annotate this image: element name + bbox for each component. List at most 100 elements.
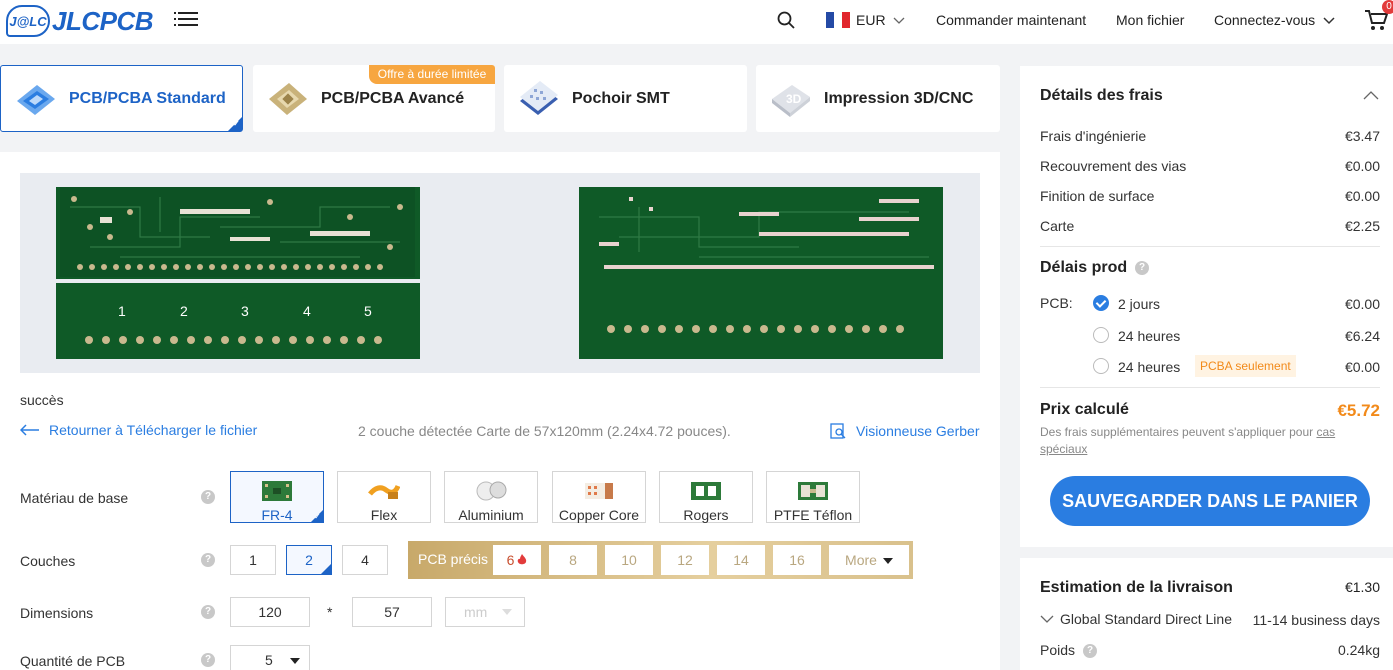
pcba-only-tag: PCBA seulement <box>1195 355 1296 377</box>
option-label: Aluminium <box>458 507 524 523</box>
help-icon[interactable]: ? <box>201 605 215 619</box>
material-option-copper-core[interactable]: Copper Core <box>552 471 646 523</box>
tab-3d-cnc[interactable]: 3D Impression 3D/CNC <box>756 65 1000 132</box>
quantity-value: 5 <box>265 652 273 668</box>
lead-option-radio[interactable] <box>1093 295 1109 311</box>
fire-icon <box>518 554 527 565</box>
option-label: PTFE Téflon <box>773 507 853 523</box>
layer-option-2[interactable]: 2 <box>286 545 332 594</box>
divider <box>1040 387 1380 388</box>
search-icon[interactable] <box>777 11 795 29</box>
top-header: J@LC JLCPCB EUR Commander maintenant Mon… <box>0 0 1393 44</box>
jlcpcb-logo[interactable]: J@LC JLCPCB <box>6 4 154 38</box>
currency-selector[interactable]: EUR <box>826 12 905 28</box>
chevron-down-icon <box>1323 17 1335 25</box>
svg-text:3D: 3D <box>786 92 802 106</box>
precision-layer-label: 6 <box>506 552 515 568</box>
pcb-advanced-icon <box>269 82 307 115</box>
precision-layer-16[interactable]: 16 <box>773 545 821 575</box>
fee-label: Recouvrement des vias <box>1040 158 1187 174</box>
shipping-title: Estimation de la livraison <box>1040 579 1233 596</box>
shipping-method-selector[interactable]: Global Standard Direct Line <box>1040 611 1232 627</box>
gerber-viewer-link[interactable]: Visionneuse Gerber <box>830 423 979 439</box>
my-file-link[interactable]: Mon fichier <box>1116 12 1184 28</box>
help-icon[interactable]: ? <box>1083 644 1097 658</box>
upload-status: succès <box>20 392 64 408</box>
selected-check-icon <box>321 564 331 594</box>
gerber-preview: 1 2 3 4 5 <box>20 173 980 373</box>
fee-row: Frais d'ingénierie €3.47 <box>1040 128 1380 144</box>
height-input[interactable]: 57 <box>352 597 432 627</box>
pcb-bottom-view <box>579 187 943 359</box>
material-option-rogers[interactable]: Rogers <box>659 471 753 523</box>
chevron-down-icon <box>1040 615 1054 623</box>
fee-label: Finition de surface <box>1040 188 1155 204</box>
note-text: Des frais supplémentaires peuvent s'appl… <box>1040 425 1317 439</box>
option-label: FR-4 <box>261 507 293 523</box>
fee-value: €0.00 <box>1344 188 1380 204</box>
back-link-label: Retourner à Télécharger le fichier <box>49 422 258 438</box>
lead-option-price: €6.24 <box>1344 328 1380 344</box>
tab-label: Pochoir SMT <box>572 89 670 107</box>
material-option-ptfe-teflon[interactable]: PTFE Téflon <box>766 471 860 523</box>
layer-option-label: 2 <box>305 552 313 568</box>
more-layers-dropdown[interactable]: More <box>829 545 909 575</box>
chevron-down-icon <box>893 17 905 24</box>
quantity-select[interactable]: 5 <box>230 645 310 670</box>
help-icon[interactable]: ? <box>1135 261 1149 275</box>
lead-option-row[interactable]: 24 heures €6.24 <box>1118 328 1380 344</box>
help-icon[interactable]: ? <box>201 653 215 667</box>
layer-option-4[interactable]: 4 <box>342 545 388 575</box>
tab-smt-stencil[interactable]: Pochoir SMT <box>504 65 747 132</box>
gerber-viewer-icon <box>830 423 846 439</box>
menu-icon[interactable] <box>174 12 198 28</box>
tab-pcb-standard[interactable]: PCB/PCBA Standard <box>0 65 243 132</box>
dimension-separator: * <box>327 604 333 620</box>
chevron-up-icon[interactable] <box>1363 90 1379 100</box>
pin-number: 1 <box>118 303 126 319</box>
order-now-link[interactable]: Commander maintenant <box>936 12 1086 28</box>
calculated-price-value: €5.72 <box>1337 401 1380 420</box>
save-to-cart-button[interactable]: SAUVEGARDER DANS LE PANIER <box>1050 476 1370 526</box>
lead-option-radio[interactable] <box>1093 358 1109 374</box>
dimensions-label: Dimensions <box>20 605 94 621</box>
help-icon[interactable]: ? <box>201 490 215 504</box>
pin-pads <box>85 336 382 344</box>
login-menu[interactable]: Connectez-vous <box>1214 12 1335 28</box>
login-label: Connectez-vous <box>1214 12 1316 28</box>
help-icon[interactable]: ? <box>201 553 215 567</box>
pcb-lead-label: PCB: <box>1040 295 1073 311</box>
shipping-method: Global Standard Direct Line <box>1060 611 1232 627</box>
detected-board-info: 2 couche détectée Carte de 57x120mm (2.2… <box>358 423 731 439</box>
pin-number: 4 <box>303 303 311 319</box>
fee-value: €3.47 <box>1344 128 1380 144</box>
precision-pcb-bar: PCB précis 6 8 10 12 14 16 More <box>408 541 913 579</box>
precision-layer-8[interactable]: 8 <box>549 545 597 575</box>
fee-label: Frais d'ingénierie <box>1040 128 1147 144</box>
material-option-fr4[interactable]: FR-4 <box>230 471 324 523</box>
back-to-upload-link[interactable]: Retourner à Télécharger le fichier <box>20 422 257 438</box>
unit-label: mm <box>464 604 488 620</box>
material-option-aluminium[interactable]: Aluminium <box>444 471 538 523</box>
pcb-bottom-traces <box>599 197 934 333</box>
precision-layer-10[interactable]: 10 <box>605 545 653 575</box>
precision-layer-12[interactable]: 12 <box>661 545 709 575</box>
precision-layer-14[interactable]: 14 <box>717 545 765 575</box>
lead-option-row[interactable]: 2 jours €0.00 <box>1118 296 1380 312</box>
layer-option-1[interactable]: 1 <box>230 545 276 575</box>
gerber-viewer-label: Visionneuse Gerber <box>856 423 980 439</box>
currency-label: EUR <box>856 12 886 28</box>
logo-badge: J@LC <box>6 5 50 37</box>
precision-layer-6[interactable]: 6 <box>493 545 541 575</box>
unit-select[interactable]: mm <box>445 597 525 627</box>
3d-printing-icon: 3D <box>772 84 810 117</box>
material-option-flex[interactable]: Flex <box>337 471 431 523</box>
caret-down-icon <box>290 658 300 664</box>
pcb-standard-icon <box>17 84 55 115</box>
width-input[interactable]: 120 <box>230 597 310 627</box>
limited-offer-badge: Offre à durée limitée <box>369 65 495 84</box>
base-material-label: Matériau de base <box>20 490 129 506</box>
lead-option-price: €0.00 <box>1344 296 1380 312</box>
lead-option-label: 24 heures <box>1118 328 1181 344</box>
lead-option-radio[interactable] <box>1093 327 1109 343</box>
